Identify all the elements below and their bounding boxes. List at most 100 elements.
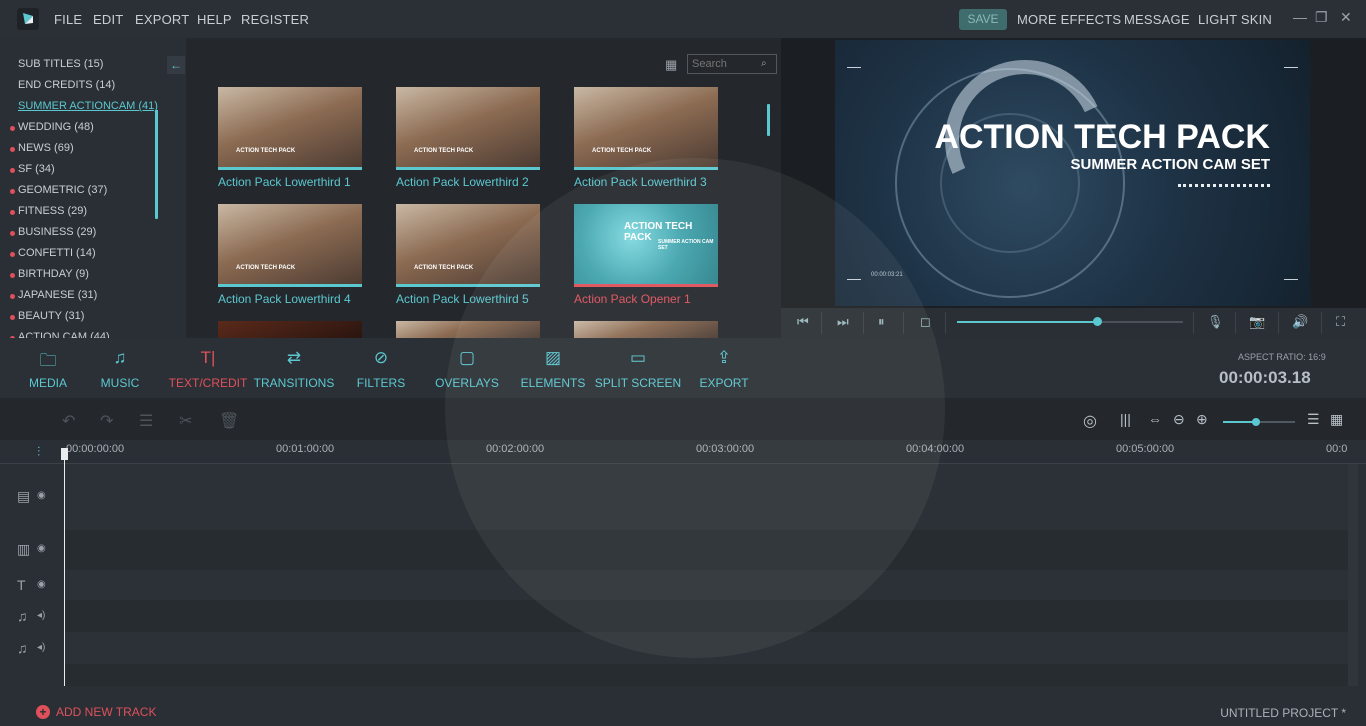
track-header-text	[0, 570, 64, 600]
category-item[interactable]: WEDDING (48)	[10, 121, 94, 133]
thumbnail-item[interactable]: ACTION TECH PACK	[218, 204, 362, 287]
thumbnail-label: Action Pack Lowerthird 4	[218, 292, 351, 306]
plus-icon: +	[36, 705, 50, 719]
track-header-music-2	[0, 632, 64, 664]
undo-icon[interactable]: ↶	[62, 411, 75, 431]
cut-icon[interactable]: ✂	[179, 411, 192, 431]
text-track-icon: T	[17, 577, 26, 593]
save-button[interactable]: SAVE	[959, 9, 1007, 30]
current-timecode: 00:00:03.18	[1219, 368, 1311, 387]
eye-icon[interactable]: ◉	[37, 543, 46, 554]
playhead[interactable]	[64, 450, 65, 686]
category-item[interactable]: FITNESS (29)	[10, 205, 87, 217]
pip-icon: ▥	[17, 541, 31, 557]
preview-video: ACTION TECH PACK SUMMER ACTION CAM SET 0…	[835, 40, 1310, 306]
grid-view-icon[interactable]: ▦	[665, 57, 677, 73]
text-icon: T|	[200, 348, 216, 367]
thumbnail-item[interactable]: ACTION TECH PACK	[396, 87, 540, 170]
volume-icon[interactable]: 🔊	[1292, 314, 1308, 330]
audio-mixer-icon[interactable]: |||	[1120, 411, 1131, 427]
watermark-logo	[445, 158, 945, 658]
new-badge-dot	[10, 210, 15, 215]
close-icon[interactable]: ✕	[1340, 9, 1352, 26]
track-header-music-1	[0, 600, 64, 632]
category-item[interactable]: BUSINESS (29)	[10, 226, 96, 238]
new-badge-dot	[10, 147, 15, 152]
new-badge-dot	[10, 252, 15, 257]
new-badge-dot	[10, 315, 15, 320]
category-item[interactable]: NEWS (69)	[10, 142, 74, 154]
category-list: SUB TITLES (15) END CREDITS (14) SUMMER AC…	[0, 0, 186, 338]
grid-layout-icon[interactable]: ▦	[1330, 411, 1343, 428]
eye-icon[interactable]: ◉	[37, 490, 46, 501]
library-scrollbar[interactable]	[767, 104, 770, 136]
eye-icon[interactable]: ◉	[37, 579, 46, 590]
new-badge-dot	[10, 273, 15, 278]
filter-icon: ⊘	[373, 348, 389, 367]
tool-transitions[interactable]: ⇄ TRANSITIONS	[244, 336, 344, 390]
category-item[interactable]: BIRTHDAY (9)	[10, 268, 89, 280]
category-item[interactable]: SUMMER ACTIONCAM (41)	[18, 100, 158, 112]
add-new-track-button[interactable]: + ADD NEW TRACK	[36, 705, 156, 719]
zoom-in-icon[interactable]: ⊕	[1196, 411, 1208, 428]
ruler-tick: 00:00:00:00	[66, 443, 125, 455]
menu-register[interactable]: REGISTER	[241, 12, 309, 27]
redo-icon[interactable]: ↷	[100, 411, 113, 431]
list-view-icon[interactable]: ☰	[1307, 411, 1320, 428]
tool-text-credit[interactable]: T| TEXT/CREDIT	[158, 336, 258, 390]
new-badge-dot	[10, 294, 15, 299]
adjust-icon[interactable]: ☰	[139, 411, 153, 431]
search-icon: ⌕	[761, 58, 767, 69]
category-item[interactable]: END CREDITS (14)	[18, 79, 115, 91]
project-name: UNTITLED PROJECT *	[1220, 706, 1346, 720]
track-header-video-1	[0, 464, 64, 530]
aspect-ratio-label: ASPECT RATIO: 16:9	[1238, 352, 1326, 362]
zoom-slider-handle[interactable]	[1252, 418, 1260, 426]
light-skin-link[interactable]: LIGHT SKIN	[1198, 12, 1272, 27]
footer-bar	[0, 686, 1366, 726]
thumbnail-label: Action Pack Lowerthird 1	[218, 175, 351, 189]
preview-title: ACTION TECH PACK	[934, 118, 1270, 156]
ruler-tick: 00:05:00:00	[1116, 443, 1175, 455]
playback-progress-fill	[957, 321, 1098, 323]
microphone-icon[interactable]: 🎙	[1207, 314, 1224, 330]
track-header-pip	[0, 530, 64, 570]
maximize-icon[interactable]: ❐	[1315, 9, 1328, 26]
thumbnail-item[interactable]: ACTION TECH PACK	[218, 87, 362, 170]
transition-icon: ⇄	[286, 348, 302, 367]
delete-icon[interactable]: 🗑	[219, 411, 239, 431]
music-icon: ♫	[113, 348, 127, 367]
category-item[interactable]: CONFETTI (14)	[10, 247, 96, 259]
category-item[interactable]: SUB TITLES (15)	[18, 58, 103, 70]
tool-music[interactable]: ♫ MUSIC	[70, 336, 170, 390]
track-empty	[64, 664, 1348, 686]
thumbnail-label: Action Pack Lowerthird 2	[396, 175, 529, 189]
preview-subtitle: SUMMER ACTION CAM SET	[1070, 156, 1270, 173]
minimize-icon[interactable]: —	[1293, 9, 1307, 25]
speaker-icon[interactable]: ◂)	[37, 642, 45, 653]
category-item[interactable]: JAPANESE (31)	[10, 289, 97, 301]
category-item[interactable]: GEOMETRIC (37)	[10, 184, 107, 196]
tool-filters[interactable]: ⊘ FILTERS	[331, 336, 431, 390]
fullscreen-icon[interactable]: ⛶	[1336, 314, 1345, 330]
back-arrow-icon[interactable]: ←	[167, 56, 185, 74]
film-icon: ▤	[17, 488, 31, 504]
snapshot-icon[interactable]: 📷	[1249, 314, 1265, 330]
category-item[interactable]: SF (34)	[10, 163, 55, 175]
zoom-out-icon[interactable]: ⊖	[1173, 411, 1185, 428]
render-icon[interactable]: ◎	[1083, 411, 1097, 431]
more-effects-link[interactable]: MORE EFFECTS	[1017, 12, 1121, 27]
menubar: FILE EDIT EXPORT HELP REGISTER SAVE MORE…	[0, 0, 1366, 38]
music-note-icon: ♫	[17, 640, 28, 656]
timeline-vertical-scrollbar[interactable]	[1348, 464, 1358, 686]
fit-timeline-icon[interactable]: ⇔	[1148, 411, 1162, 427]
message-link[interactable]: MESSAGE	[1124, 12, 1190, 27]
speaker-icon[interactable]: ◂)	[37, 610, 45, 621]
category-item[interactable]: BEAUTY (31)	[10, 310, 84, 322]
new-badge-dot	[10, 231, 15, 236]
ruler-tick: 00:0	[1326, 443, 1348, 455]
snap-icon[interactable]: ⫶	[37, 444, 40, 460]
menu-help[interactable]: HELP	[197, 12, 232, 27]
category-scrollbar[interactable]	[155, 110, 158, 219]
music-note-icon: ♫	[17, 608, 28, 624]
